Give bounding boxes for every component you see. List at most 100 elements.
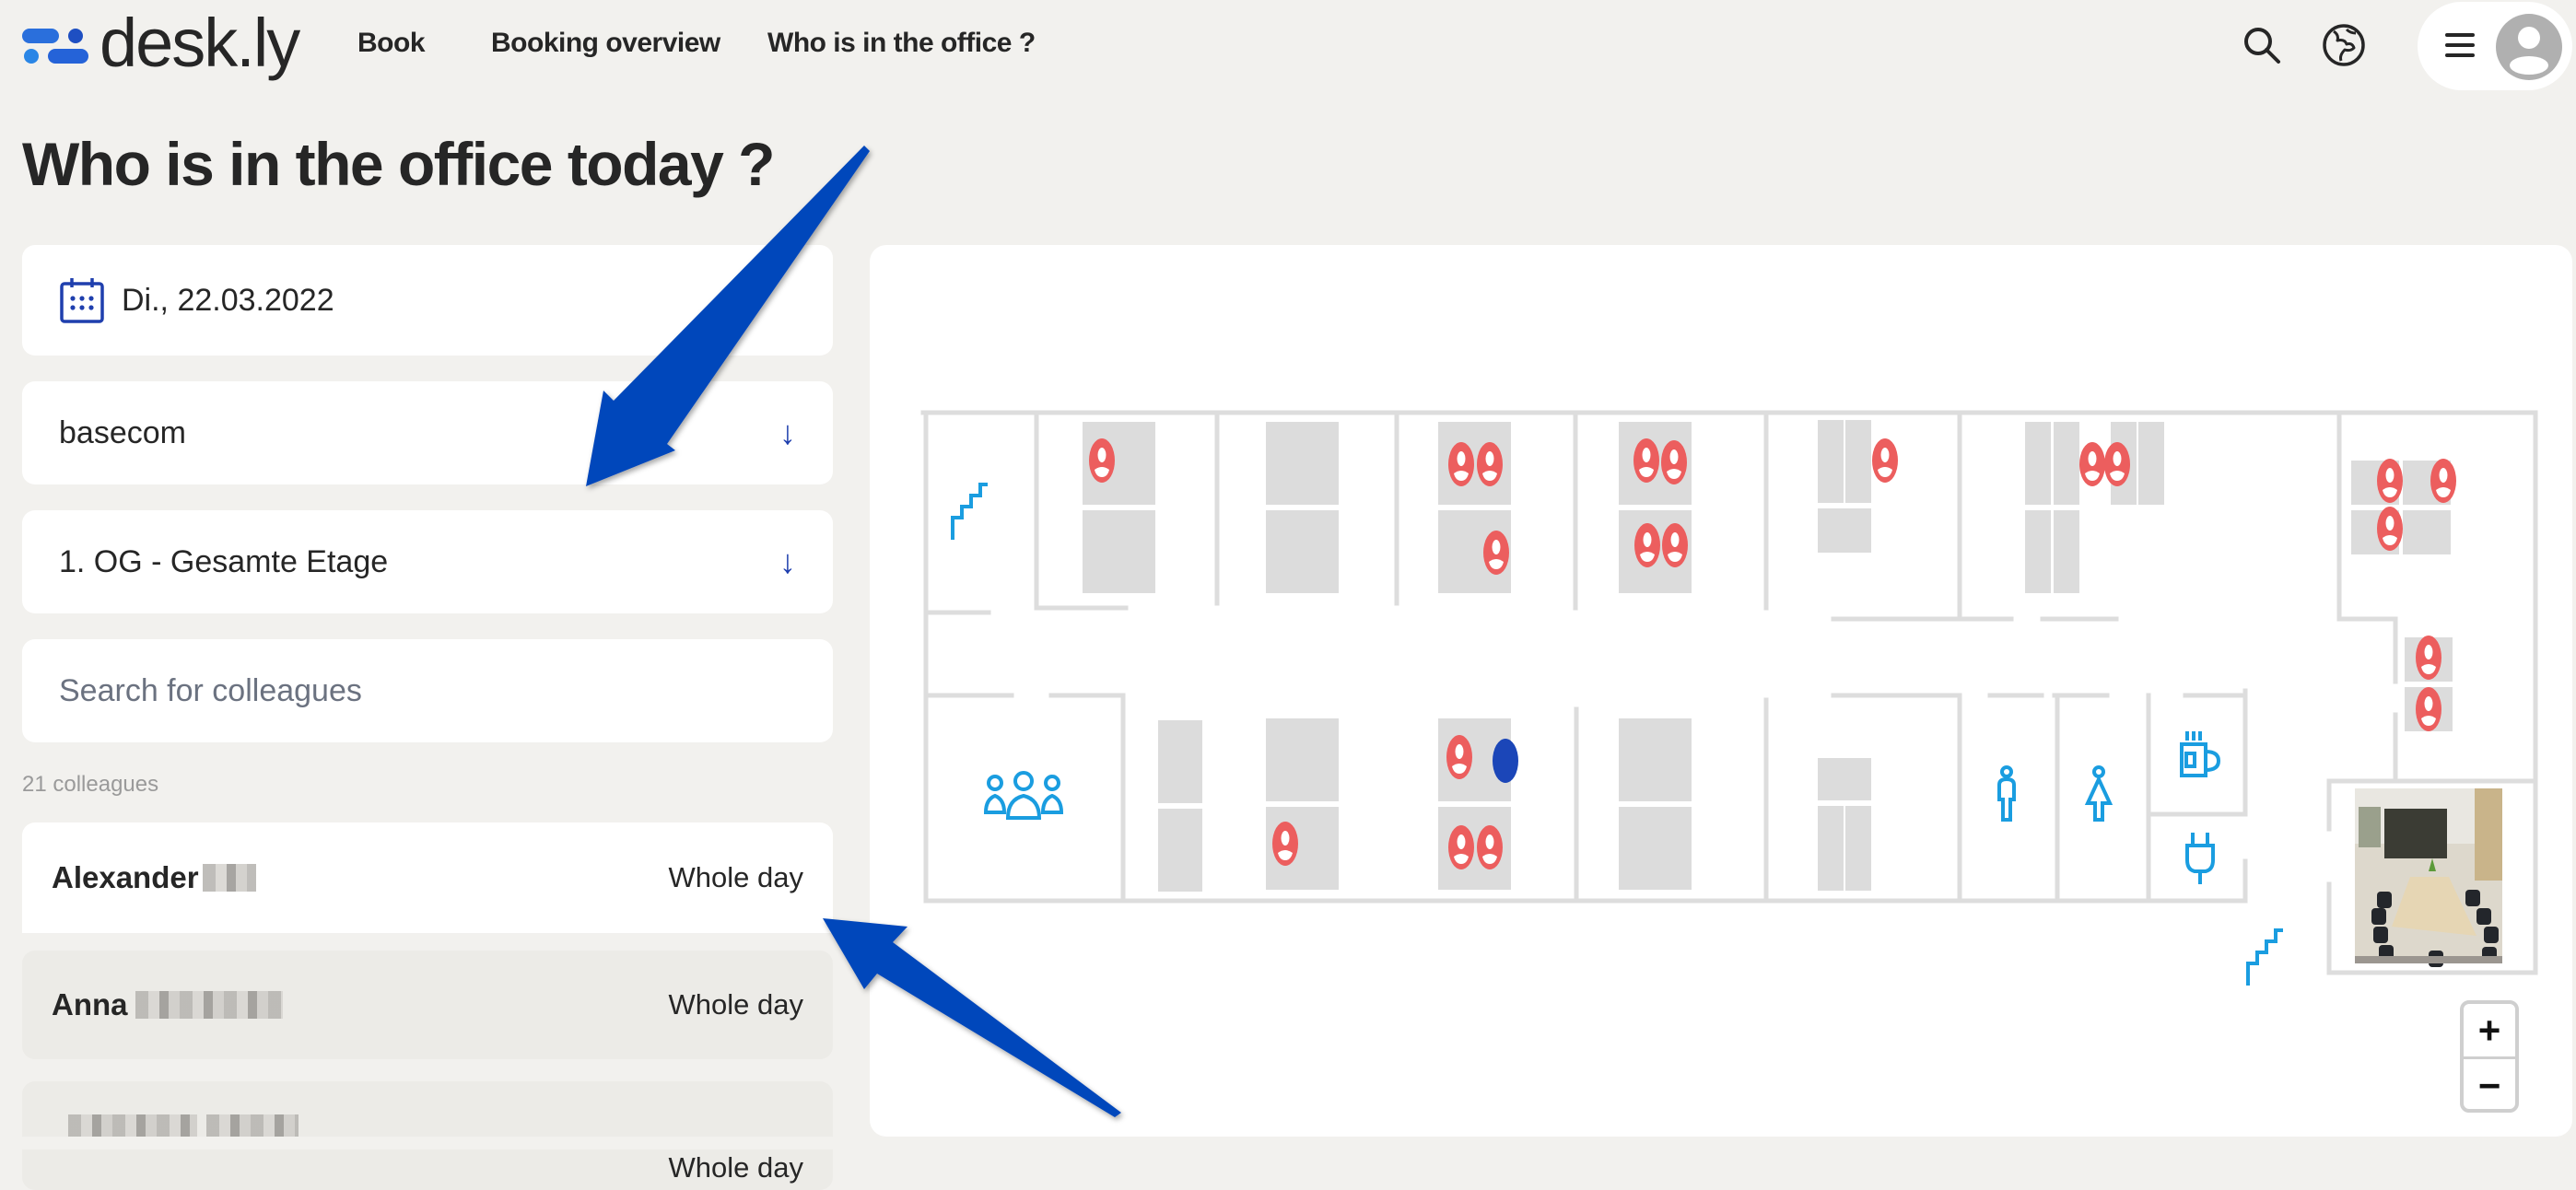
colleague-list-item[interactable]: Anna Whole day <box>22 951 833 1059</box>
nav-who-is-in-the-office[interactable]: Who is in the office ? <box>767 28 1036 59</box>
colleague-list-item[interactable]: Whole day <box>22 1081 833 1190</box>
nav-book[interactable]: Book <box>357 28 426 59</box>
conference-room-photo[interactable] <box>2355 788 2502 967</box>
desk[interactable] <box>1818 806 1844 891</box>
colleague-name: Anna <box>52 987 128 1021</box>
desk[interactable] <box>2054 422 2079 505</box>
occupied-seat-icon[interactable] <box>2377 459 2403 503</box>
desk[interactable] <box>1294 422 1339 505</box>
person-head <box>1457 451 1466 466</box>
occupied-seat-icon[interactable] <box>2430 459 2456 503</box>
person-head <box>2385 516 2395 531</box>
zoom-in-button[interactable]: + <box>2464 1004 2515 1059</box>
colleague-search-input[interactable]: Search for colleagues <box>22 639 833 742</box>
floor-plan[interactable] <box>870 245 2572 1137</box>
stairs-icon <box>2246 928 2283 986</box>
occupied-seat-icon[interactable] <box>1272 822 1298 866</box>
occupied-seat-icon[interactable] <box>1662 523 1688 567</box>
avatar-icon <box>2496 14 2562 80</box>
location-select[interactable]: basecom ↓ <box>22 381 833 484</box>
desk[interactable] <box>1111 422 1155 505</box>
person <box>1005 793 1042 820</box>
occupied-seat-icon[interactable] <box>2104 442 2130 486</box>
person-head <box>1485 834 1494 849</box>
glass-wall <box>2359 807 2381 847</box>
person-head <box>1670 532 1680 547</box>
person-head <box>1281 831 1290 846</box>
nav-booking-overview[interactable]: Booking overview <box>491 28 720 59</box>
power-plug-icon <box>2185 833 2215 884</box>
search-placeholder: Search for colleagues <box>59 672 362 708</box>
toilet-women-icon <box>2084 765 2113 822</box>
desk[interactable] <box>1818 420 1844 503</box>
occupied-seat-icon[interactable] <box>1477 442 1503 486</box>
occupied-seat-icon[interactable] <box>1872 438 1898 483</box>
occupied-seat-icon[interactable] <box>2079 442 2105 486</box>
person-head <box>1457 834 1466 849</box>
language-button[interactable] <box>2319 20 2369 70</box>
desk[interactable] <box>2025 422 2051 505</box>
search-button[interactable] <box>2237 20 2287 70</box>
logo-text: desk.ly <box>100 5 300 81</box>
desk[interactable] <box>1647 718 1692 801</box>
person-head <box>2088 451 2097 466</box>
colleague-list-item[interactable]: Alexander Whole day <box>22 822 833 933</box>
desk[interactable] <box>1158 720 1202 803</box>
occupied-seat-icon[interactable] <box>1477 825 1503 869</box>
user-menu[interactable] <box>2418 2 2572 90</box>
chair <box>2476 908 2491 925</box>
person-head <box>2439 468 2448 483</box>
floor-value: 1. OG - Gesamte Etage <box>59 543 389 579</box>
location-value: basecom <box>59 414 186 450</box>
desk[interactable] <box>1294 718 1339 801</box>
desk[interactable] <box>1845 420 1871 503</box>
logo[interactable]: desk.ly <box>20 5 300 85</box>
occupied-seat-icon[interactable] <box>2416 687 2441 731</box>
desk[interactable] <box>2138 422 2164 505</box>
occupied-seat-icon[interactable] <box>1634 523 1660 567</box>
person-head <box>2424 645 2433 659</box>
body <box>2084 775 2113 822</box>
selected-seat-marker[interactable] <box>1493 739 1518 783</box>
occupied-seat-icon[interactable] <box>1448 442 1474 486</box>
desk[interactable] <box>1818 508 1871 553</box>
person-head <box>1643 532 1652 547</box>
toilet-men-icon <box>1997 765 2016 822</box>
desk[interactable] <box>2403 510 2451 554</box>
redacted-surname <box>135 991 283 1019</box>
desk[interactable] <box>1647 807 1692 890</box>
occupied-seat-icon[interactable] <box>2377 507 2403 551</box>
desk[interactable] <box>2025 510 2051 593</box>
redacted-surname <box>202 864 256 892</box>
occupied-seat-icon[interactable] <box>1661 440 1687 484</box>
person-head <box>2424 696 2433 711</box>
desk[interactable] <box>1111 510 1155 593</box>
occupied-seat-icon[interactable] <box>1633 438 1659 483</box>
desk[interactable] <box>1294 807 1339 890</box>
desk[interactable] <box>2054 510 2079 593</box>
person-head <box>1880 448 1890 462</box>
occupied-seat-icon[interactable] <box>1446 735 1472 779</box>
meeting-room-icon <box>983 771 1064 820</box>
person <box>983 793 1007 814</box>
occupied-seat-icon[interactable] <box>1483 531 1509 575</box>
chair <box>2373 927 2388 943</box>
calendar-icon <box>60 278 104 323</box>
desk[interactable] <box>1818 758 1871 800</box>
tag <box>2184 752 2196 768</box>
person-head <box>1669 449 1679 464</box>
desk[interactable] <box>1294 510 1339 593</box>
date-picker[interactable]: Di., 22.03.2022 <box>22 245 833 356</box>
person <box>1040 793 1064 814</box>
zoom-out-button[interactable]: − <box>2464 1059 2515 1112</box>
desk[interactable] <box>1158 809 1202 892</box>
floor-plan-panel[interactable] <box>870 245 2572 1137</box>
floor-select[interactable]: 1. OG - Gesamte Etage ↓ <box>22 510 833 613</box>
occupied-seat-icon[interactable] <box>1448 825 1474 869</box>
occupied-seat-icon[interactable] <box>1089 438 1115 483</box>
desk[interactable] <box>1845 806 1871 891</box>
floor <box>2355 956 2502 963</box>
arrow-down-icon: ↓ <box>779 542 796 580</box>
list-clip <box>0 1137 866 1149</box>
occupied-seat-icon[interactable] <box>2416 636 2441 680</box>
